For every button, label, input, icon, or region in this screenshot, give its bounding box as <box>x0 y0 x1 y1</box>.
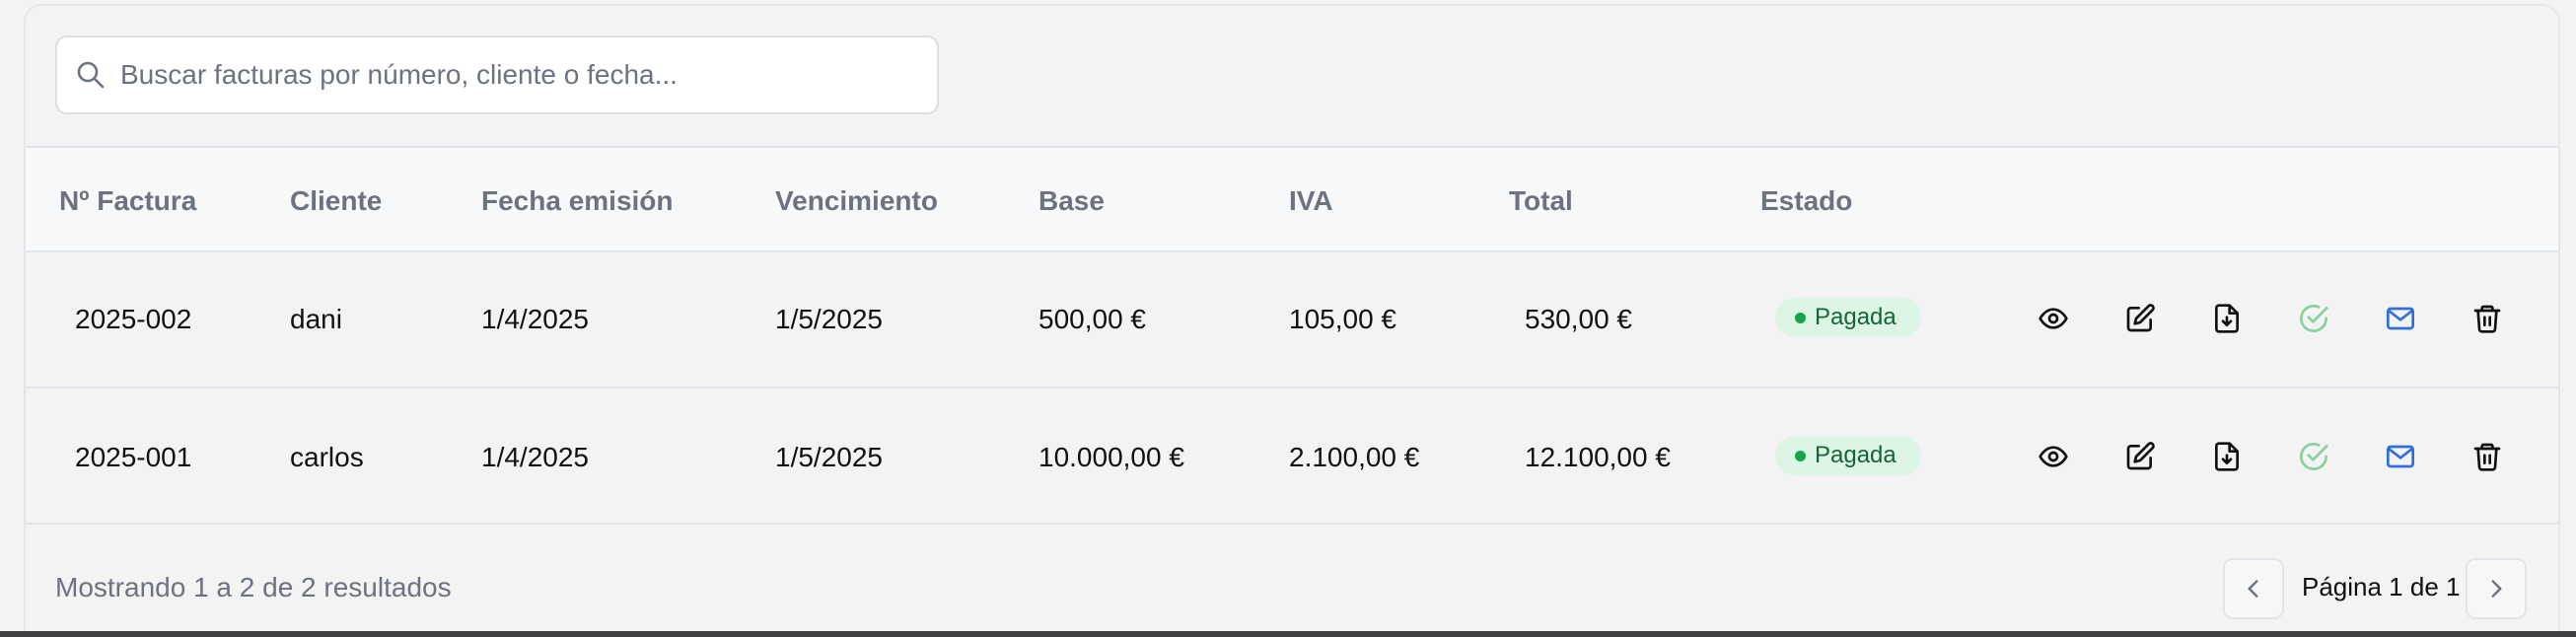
check-circle-icon <box>2300 442 2328 470</box>
eye-icon <box>2039 308 2068 329</box>
view-button[interactable] <box>2033 436 2074 477</box>
mark-paid-button[interactable] <box>2293 436 2334 477</box>
header-issue-date[interactable]: Fecha emisión <box>481 185 674 217</box>
edit-icon <box>2126 304 2155 332</box>
results-summary: Mostrando 1 a 2 de 2 resultados <box>55 572 452 602</box>
file-download-icon <box>2215 304 2239 333</box>
table-row: 2025-002 dani 1/4/2025 1/5/2025 500,00 €… <box>26 252 2558 389</box>
invoice-issue-date: 1/4/2025 <box>481 442 589 472</box>
invoice-total: 12.100,00 € <box>1525 442 1671 472</box>
window-bottom-edge <box>0 631 2576 637</box>
next-page-button[interactable] <box>2466 558 2527 619</box>
check-circle-icon <box>2300 304 2328 332</box>
trash-icon <box>2473 305 2501 333</box>
mail-icon <box>2387 307 2414 330</box>
edit-button[interactable] <box>2119 436 2161 477</box>
download-pdf-button[interactable] <box>2206 436 2248 477</box>
invoices-table: Nº Factura Cliente Fecha emisión Vencimi… <box>24 146 2560 525</box>
invoice-due-date: 1/5/2025 <box>775 442 883 472</box>
mail-icon <box>2387 445 2414 468</box>
invoice-client: dani <box>290 304 342 334</box>
delete-button[interactable] <box>2467 298 2508 339</box>
header-total[interactable]: Total <box>1509 185 1573 217</box>
status-label: Pagada <box>1815 442 1896 468</box>
mark-paid-button[interactable] <box>2293 298 2334 339</box>
invoice-due-date: 1/5/2025 <box>775 304 883 334</box>
invoice-vat: 105,00 € <box>1289 304 1396 334</box>
search-icon <box>75 59 107 91</box>
status-label: Pagada <box>1815 304 1896 330</box>
header-number[interactable]: Nº Factura <box>59 185 196 217</box>
invoice-number: 2025-001 <box>75 442 192 472</box>
status-badge: Pagada <box>1775 298 1921 337</box>
eye-icon <box>2039 446 2068 467</box>
header-base[interactable]: Base <box>1038 185 1105 217</box>
trash-icon <box>2473 443 2501 471</box>
status-badge: Pagada <box>1775 436 1921 475</box>
invoice-base: 10.000,00 € <box>1038 442 1184 472</box>
send-email-button[interactable] <box>2380 298 2421 339</box>
header-due-date[interactable]: Vencimiento <box>775 185 938 217</box>
file-download-icon <box>2215 442 2239 471</box>
search-input[interactable] <box>120 37 929 112</box>
page-indicator: Página 1 de 1 <box>2302 572 2461 602</box>
invoice-total: 530,00 € <box>1525 304 1632 334</box>
status-dot <box>1795 313 1806 323</box>
chevron-right-icon <box>2491 580 2502 598</box>
chevron-left-icon <box>2248 580 2258 598</box>
invoice-client: carlos <box>290 442 364 472</box>
header-vat[interactable]: IVA <box>1289 185 1333 217</box>
view-button[interactable] <box>2033 298 2074 339</box>
status-dot <box>1795 451 1806 461</box>
send-email-button[interactable] <box>2380 436 2421 477</box>
invoice-base: 500,00 € <box>1038 304 1146 334</box>
header-client[interactable]: Cliente <box>290 185 382 217</box>
search-box[interactable] <box>55 35 939 114</box>
invoice-issue-date: 1/4/2025 <box>481 304 589 334</box>
previous-page-button[interactable] <box>2223 558 2284 619</box>
header-status[interactable]: Estado <box>1760 185 1852 217</box>
edit-button[interactable] <box>2119 298 2161 339</box>
download-pdf-button[interactable] <box>2206 298 2248 339</box>
table-row: 2025-001 carlos 1/4/2025 1/5/2025 10.000… <box>26 390 2558 523</box>
invoice-vat: 2.100,00 € <box>1289 442 1420 472</box>
delete-button[interactable] <box>2467 436 2508 477</box>
edit-icon <box>2126 442 2155 470</box>
invoice-number: 2025-002 <box>75 304 192 334</box>
table-header: Nº Factura Cliente Fecha emisión Vencimi… <box>26 148 2558 252</box>
